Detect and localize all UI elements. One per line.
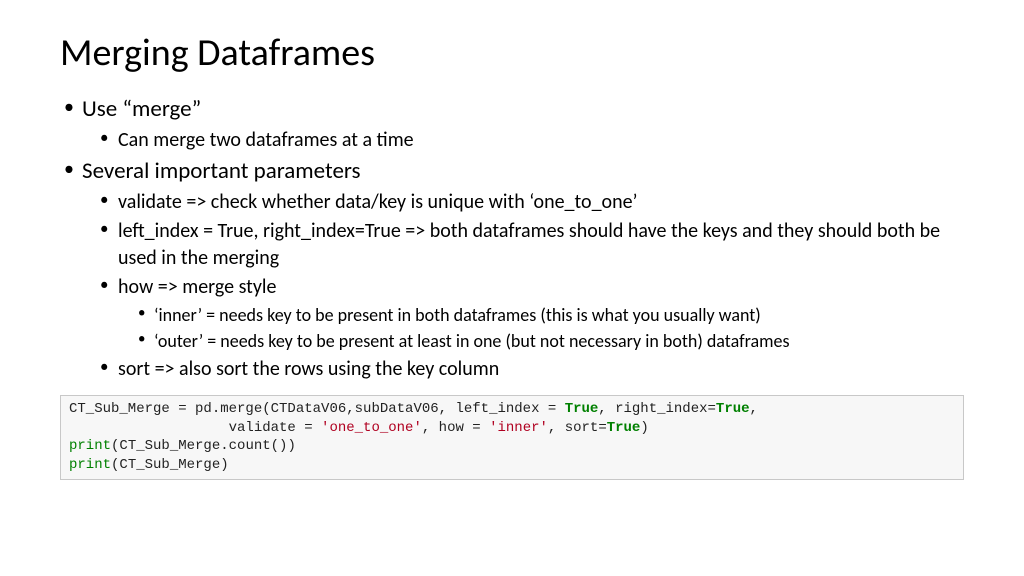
- bullet-2-3-2: ‘outer’ = needs key to be present at lea…: [134, 329, 964, 353]
- bullet-2-3: how => merge style ‘inner’ = needs key t…: [96, 274, 964, 354]
- code-block: CT_Sub_Merge = pd.merge(CTDataV06,subDat…: [60, 395, 964, 481]
- bullet-2-4: sort => also sort the rows using the key…: [96, 356, 964, 383]
- code-line-3: print(CT_Sub_Merge.count()): [69, 438, 296, 454]
- bullet-2: Several important parameters validate =>…: [60, 156, 964, 383]
- code-line-4: print(CT_Sub_Merge): [69, 457, 229, 473]
- bullet-2-1: validate => check whether data/key is un…: [96, 189, 964, 216]
- bullet-1-1: Can merge two dataframes at a time: [96, 127, 964, 154]
- slide-title: Merging Dataframes: [60, 30, 964, 76]
- bullet-1: Use “merge” Can merge two dataframes at …: [60, 94, 964, 154]
- bullet-2-text: Several important parameters: [82, 157, 361, 185]
- code-line-1: CT_Sub_Merge = pd.merge(CTDataV06,subDat…: [69, 401, 758, 417]
- bullet-2-2: left_index = True, right_index=True => b…: [96, 218, 964, 272]
- bullet-2-3-1: ‘inner’ = needs key to be present in bot…: [134, 303, 964, 327]
- bullet-1-text: Use “merge”: [82, 95, 201, 123]
- bullet-2-3-text: how => merge style: [118, 275, 276, 299]
- code-line-2: validate = 'one_to_one', how = 'inner', …: [69, 420, 649, 436]
- slide-body: Merging Dataframes Use “merge” Can merge…: [0, 0, 1024, 383]
- bullet-list: Use “merge” Can merge two dataframes at …: [60, 94, 964, 383]
